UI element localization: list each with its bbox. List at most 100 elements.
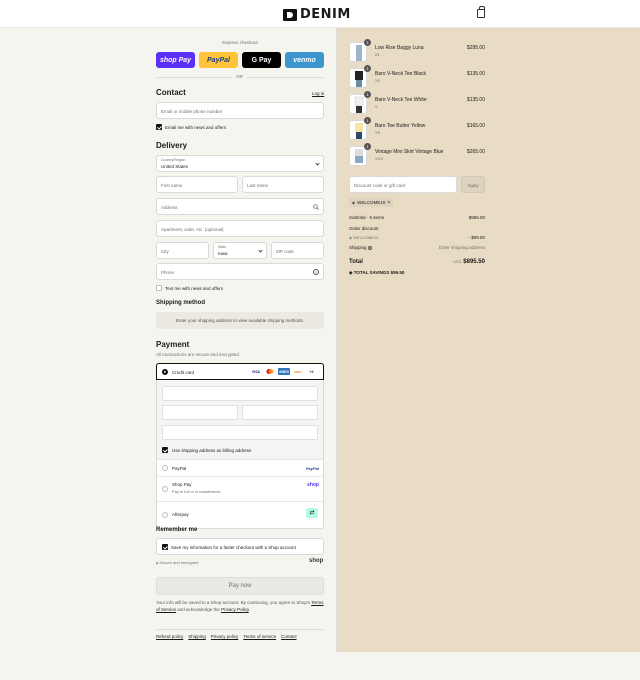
- legal-line: Your info will be saved to a Shop accoun…: [156, 600, 311, 605]
- refund-policy-link[interactable]: Refund policy: [156, 634, 183, 639]
- discount-code-field[interactable]: Discount code or gift card: [349, 176, 457, 193]
- card-number-field[interactable]: [162, 386, 318, 401]
- card-fields: Use shipping address as billing address: [157, 381, 323, 460]
- savings-label: TOTAL SAVINGS: [353, 270, 390, 275]
- state-select[interactable]: State Iowa: [213, 242, 267, 259]
- paypal-option[interactable]: PayPal PayPal: [157, 460, 323, 477]
- more-cards-badge: +4: [309, 369, 314, 374]
- list-item: 1 Vintage Mini Skirt Vintage Blue XXS $2…: [349, 143, 485, 166]
- paypal-logo: PayPal: [305, 466, 319, 471]
- credit-card-option[interactable]: Credit card VISA AMEX DISC +4: [156, 363, 324, 380]
- item-name: Baro V-Neck Tee Black: [375, 71, 427, 77]
- tag-icon: ◈: [349, 270, 353, 275]
- venmo-button[interactable]: venmo: [285, 52, 324, 68]
- city-field[interactable]: City: [156, 242, 209, 259]
- shopping-bag-icon[interactable]: [477, 6, 485, 18]
- help-icon[interactable]: ?: [313, 269, 319, 275]
- legal-text: Your info will be saved to a Shop accoun…: [156, 599, 326, 613]
- item-name: Vintage Mini Skirt Vintage Blue: [375, 149, 444, 155]
- billing-label: Use shipping address as billing address: [172, 448, 252, 453]
- total-value: $895.50: [463, 259, 485, 265]
- terms-of-service-link[interactable]: Terms of service: [243, 634, 276, 639]
- paypal-label: PayPal: [172, 466, 187, 471]
- currency-code: USD: [453, 259, 462, 264]
- credit-card-radio[interactable]: [162, 369, 168, 375]
- search-icon: [313, 204, 319, 210]
- item-size: 24: [375, 52, 380, 57]
- privacy-policy-link[interactable]: Privacy policy: [211, 634, 239, 639]
- phone-placeholder: Phone: [161, 270, 175, 275]
- brand-logo[interactable]: DENIM: [283, 7, 351, 22]
- state-value: Iowa: [218, 251, 228, 256]
- login-link[interactable]: Log in: [312, 91, 324, 96]
- state-label: State: [218, 245, 227, 249]
- address-field[interactable]: Address: [156, 198, 324, 215]
- news-checkbox[interactable]: [156, 124, 162, 130]
- item-name: Baro V-Neck Tee White: [375, 97, 427, 103]
- total-row: Total USD $895.50: [349, 259, 485, 265]
- quantity-badge: 1: [364, 91, 371, 98]
- item-price: $295.00: [466, 45, 485, 51]
- last-name-field[interactable]: Last name: [242, 176, 324, 193]
- billing-checkbox[interactable]: [162, 447, 168, 453]
- tag-icon: ◈: [352, 200, 356, 205]
- list-item: 1 Baro Tee Butter Yellow XS $165.00: [349, 117, 485, 140]
- chevron-down-icon: [315, 161, 320, 166]
- item-price: $135.00: [466, 71, 485, 77]
- footer-divider: [156, 629, 324, 630]
- address-placeholder: Address: [161, 205, 178, 210]
- privacy-link[interactable]: Privacy Policy: [221, 607, 249, 612]
- paypal-radio[interactable]: [162, 465, 168, 471]
- card-name-field[interactable]: [162, 425, 318, 440]
- shipping-link[interactable]: Shipping: [188, 634, 206, 639]
- discount-chip: ◈ WELCOME10 ×: [349, 198, 394, 207]
- contact-link[interactable]: Contact: [281, 634, 297, 639]
- payment-subtitle: All transactions are secure and encrypte…: [156, 352, 241, 357]
- discount-code-label: WELCOME10: [353, 235, 379, 240]
- quantity-badge: 1: [364, 143, 371, 150]
- google-pay-button[interactable]: G Pay: [242, 52, 281, 68]
- credit-card-label: Credit card: [172, 370, 195, 375]
- shop-pay-button[interactable]: shop Pay: [156, 52, 195, 68]
- discount-value: - $99.50: [468, 235, 485, 240]
- first-name-field[interactable]: First name: [156, 176, 238, 193]
- express-checkout-buttons: shop Pay PayPal G Pay venmo: [156, 52, 324, 68]
- afterpay-radio[interactable]: [162, 512, 168, 518]
- item-name: Baro Tee Butter Yellow: [375, 123, 426, 129]
- save-info-label: Save my information for a faster checkou…: [171, 545, 296, 550]
- mastercard-icon: [265, 368, 275, 375]
- card-cvv-field[interactable]: [242, 405, 318, 420]
- savings-row: ◈ TOTAL SAVINGS $99.50: [349, 270, 485, 276]
- country-label: Country/Region: [161, 158, 186, 162]
- item-size: XS: [375, 130, 381, 135]
- item-price: $265.00: [466, 149, 485, 155]
- text-offers-checkbox[interactable]: [156, 285, 162, 291]
- item-name: Low Rise Baggy Luna: [375, 45, 424, 51]
- phone-field[interactable]: Phone ?: [156, 263, 324, 280]
- save-info-checkbox[interactable]: [162, 544, 168, 550]
- email-field[interactable]: Email or mobile phone number: [156, 102, 324, 119]
- shop-pay-sub: Pay in full or in installments: [172, 489, 221, 494]
- afterpay-option[interactable]: Afterpay ⇄: [157, 502, 323, 528]
- shop-pay-radio[interactable]: [162, 486, 168, 492]
- shop-logo: shop: [309, 558, 324, 564]
- paypal-button[interactable]: PayPal: [199, 52, 238, 68]
- apartment-field[interactable]: Apartment, suite, etc. (optional): [156, 220, 324, 237]
- apply-button[interactable]: Apply: [461, 176, 485, 193]
- delivery-heading: Delivery: [156, 141, 188, 150]
- country-select[interactable]: Country/Region United States: [156, 155, 324, 172]
- discover-icon: DISC: [294, 369, 302, 374]
- card-expiry-field[interactable]: [162, 405, 238, 420]
- help-icon[interactable]: ?: [367, 246, 372, 250]
- shop-pay-option[interactable]: Shop Pay Pay in full or in installments …: [157, 477, 323, 502]
- payment-methods: Credit card VISA AMEX DISC +4 Use shippi…: [156, 363, 324, 529]
- pay-now-button[interactable]: Pay now: [156, 577, 324, 595]
- quantity-badge: 1: [364, 39, 371, 46]
- zip-field[interactable]: ZIP code: [271, 242, 324, 259]
- text-offers-label: Text me with news and offers: [165, 286, 223, 291]
- footer-links: Refund policy Shipping Privacy policy Te…: [156, 634, 297, 639]
- subtotal-row: Subtotal · 5 items $995.00: [349, 215, 485, 220]
- close-icon[interactable]: ×: [387, 200, 390, 206]
- brand-name: DENIM: [300, 7, 351, 22]
- news-label: Email me with news and offers: [165, 125, 226, 130]
